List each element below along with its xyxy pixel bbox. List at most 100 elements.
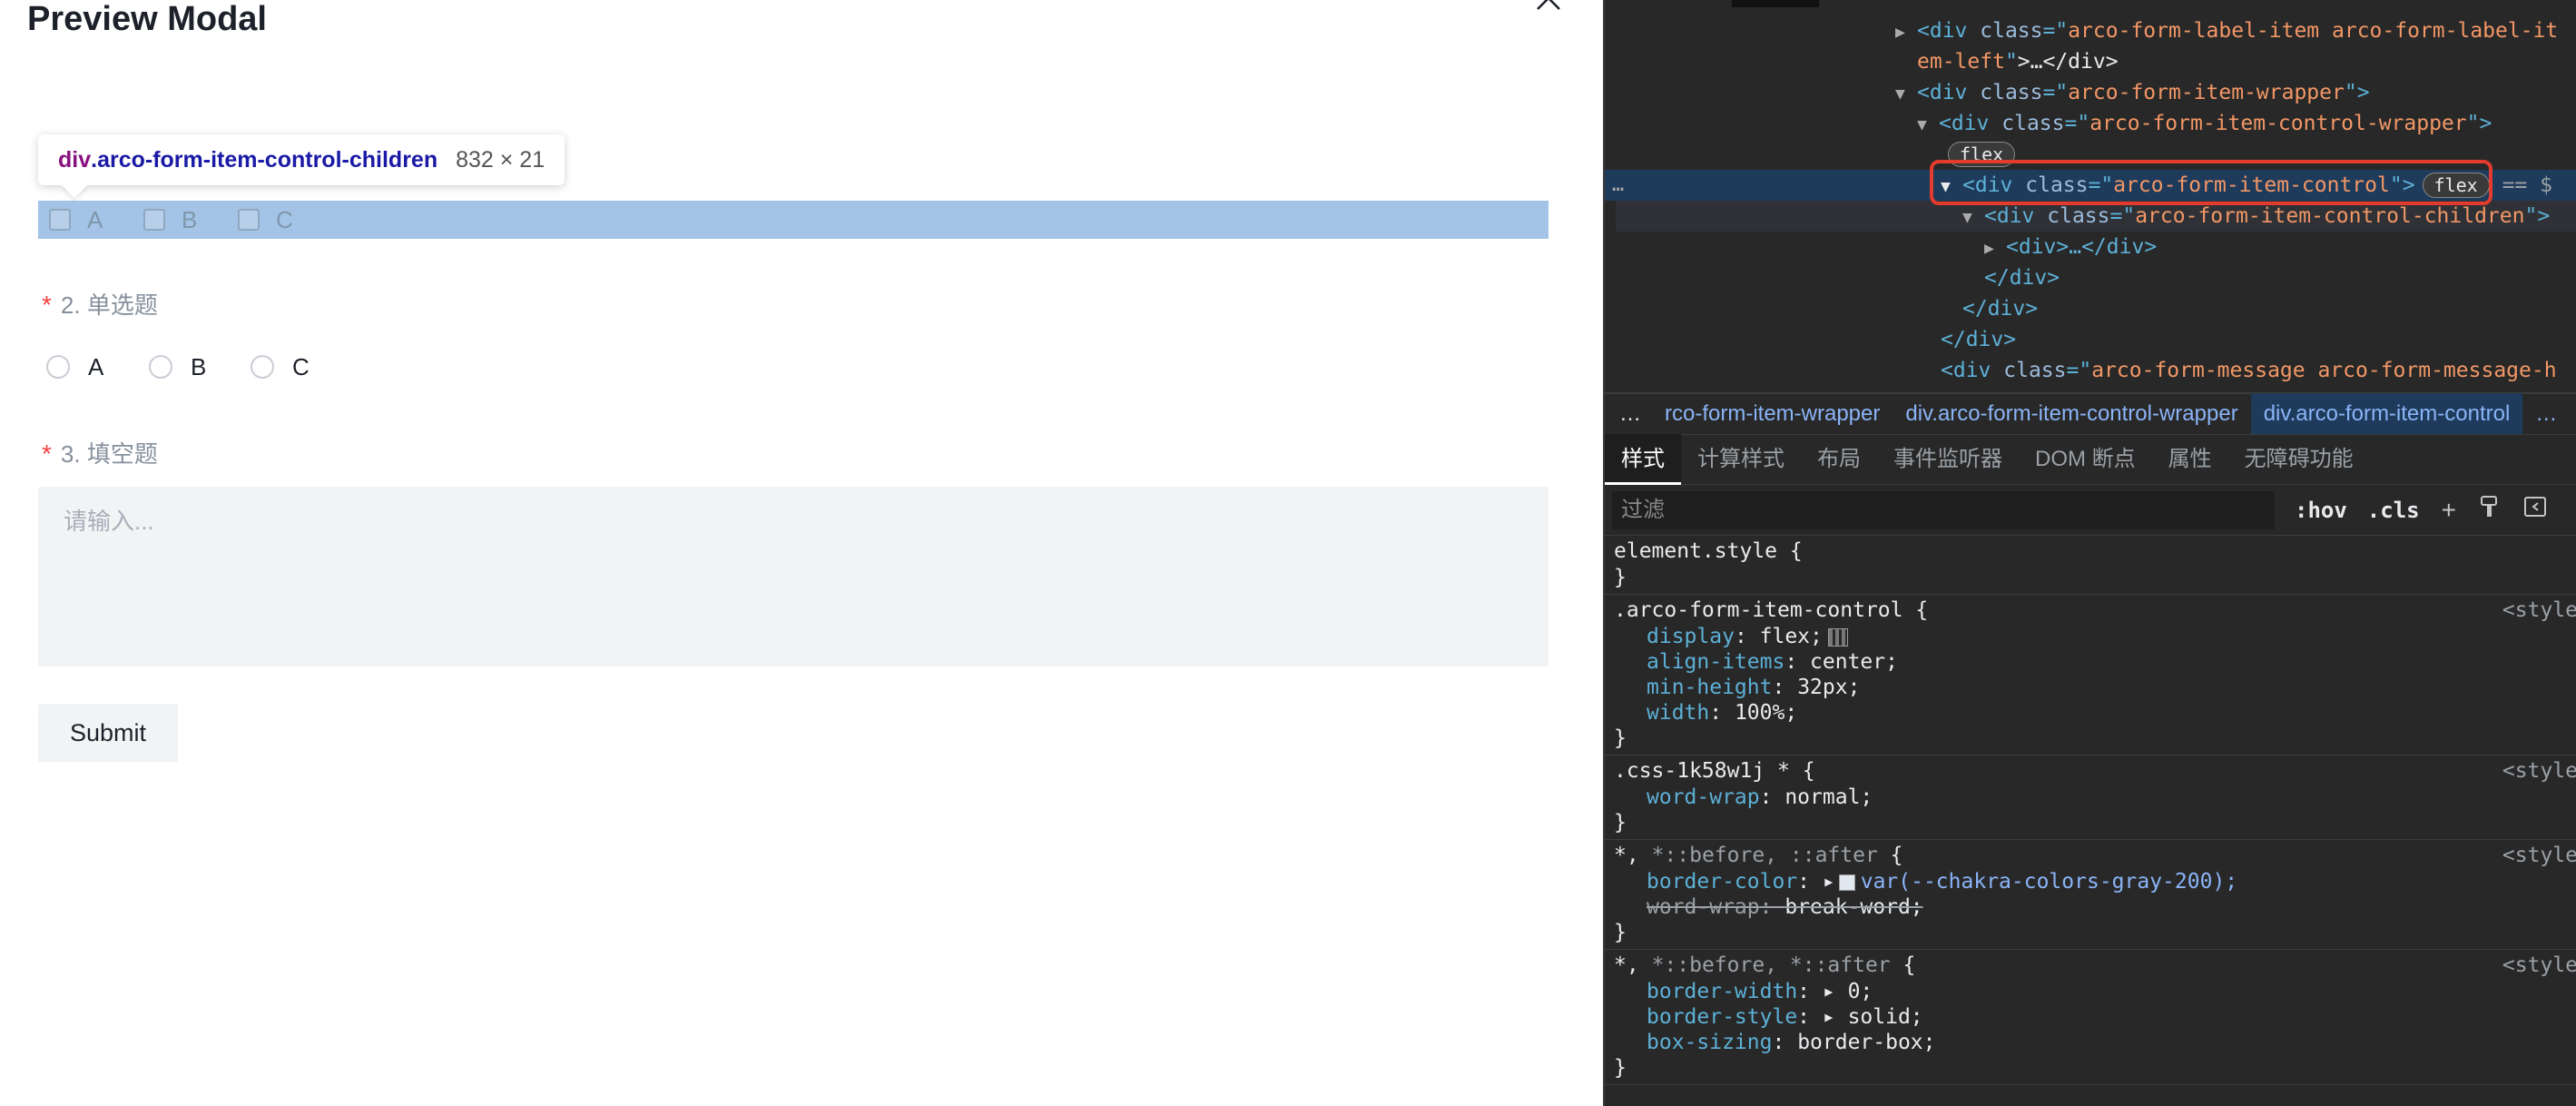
prop-name: display xyxy=(1647,625,1735,648)
checkbox-option[interactable]: A xyxy=(49,201,103,239)
collapse-triangle-icon[interactable]: ▼ xyxy=(1895,79,1917,110)
inspect-tooltip: div .arco-form-item-control-children 832 … xyxy=(38,134,565,185)
sidebar-toggle-icon[interactable] xyxy=(2523,495,2547,525)
dom-node-label-item-cont: em-left">…</div> xyxy=(1917,50,2119,74)
dom-node-label-item[interactable]: ▶ <div class="arco-form-label-item arco-f… xyxy=(1895,15,2558,46)
checkbox-label: C xyxy=(276,205,293,233)
radio-icon[interactable] xyxy=(46,355,70,379)
rule-source[interactable]: <style xyxy=(2502,952,2576,979)
checkbox-icon[interactable] xyxy=(49,209,71,231)
new-rule-icon[interactable]: + xyxy=(2442,496,2456,525)
submit-button[interactable]: Submit xyxy=(38,704,178,762)
rule-source[interactable]: <style xyxy=(2502,842,2576,869)
style-rule-universal-before-after[interactable]: <style *, *::before, ::after { border-co… xyxy=(1605,840,2576,950)
radio-option[interactable]: C xyxy=(251,351,310,382)
expand-triangle-icon[interactable]: ▶ xyxy=(1984,233,2006,264)
rule-close-brace: } xyxy=(1614,921,1627,944)
tooltip-tag: div xyxy=(58,146,92,173)
expand-triangle-icon[interactable]: ▶ xyxy=(1895,17,1917,48)
rule-source[interactable]: <style xyxy=(2502,757,2576,785)
prop-value: 32px; xyxy=(1797,676,1861,699)
style-property[interactable]: display: flex; xyxy=(1614,624,2576,649)
tooltip-class: .arco-form-item-control-children xyxy=(91,146,438,173)
rule-selector: *, xyxy=(1614,844,1639,867)
dom-console-ref: == $ xyxy=(2502,173,2552,197)
style-property[interactable]: align-items: center; xyxy=(1614,649,2576,675)
rule-selector: .css-1k58w1j * xyxy=(1614,759,1790,783)
tab-dom-breakpoints[interactable]: DOM 断点 xyxy=(2019,434,2152,485)
style-property[interactable]: border-style: ▸ solid; xyxy=(1614,1004,2576,1030)
rule-selector: *, xyxy=(1614,953,1639,977)
dom-node-control-children[interactable]: ▼ <div class="arco-form-item-control-chil… xyxy=(1962,201,2550,232)
style-property-overridden[interactable]: word-wrap: break-word; xyxy=(1614,894,2576,920)
radio-icon[interactable] xyxy=(149,355,172,379)
color-swatch-icon[interactable] xyxy=(1838,874,1855,891)
prop-value: border-box; xyxy=(1797,1031,1936,1054)
rule-open-brace: { xyxy=(1802,759,1815,783)
radio-label: A xyxy=(88,352,104,380)
cls-toggle[interactable]: .cls xyxy=(2367,498,2420,523)
rule-close-brace: } xyxy=(1614,726,1627,750)
style-property[interactable]: min-height: 32px; xyxy=(1614,675,2576,700)
question-3-text: 3. 填空题 xyxy=(60,440,158,468)
breadcrumb-more[interactable]: … xyxy=(1605,401,1652,427)
checkbox-icon[interactable] xyxy=(238,209,260,231)
style-rule-universal-box[interactable]: <style *, *::before, *::after { border-w… xyxy=(1605,950,2576,1085)
style-property[interactable]: border-width: ▸ 0; xyxy=(1614,979,2576,1004)
prop-name: box-sizing xyxy=(1647,1031,1773,1054)
style-property[interactable]: width: 100%; xyxy=(1614,700,2576,726)
flex-editor-icon[interactable] xyxy=(1827,627,1848,647)
close-icon[interactable] xyxy=(1532,0,1563,18)
tab-accessibility[interactable]: 无障碍功能 xyxy=(2228,434,2370,485)
rule-open-brace: { xyxy=(1915,598,1929,622)
prop-name: word-wrap xyxy=(1647,895,1760,919)
dom-node-control-wrapper[interactable]: ▼ <div class="arco-form-item-control-wrap… xyxy=(1917,108,2492,139)
tab-styles[interactable]: 样式 xyxy=(1605,434,1681,485)
radio-option[interactable]: B xyxy=(149,351,206,382)
checkbox-option[interactable]: B xyxy=(143,201,197,239)
question-2-label: * 2. 单选题 xyxy=(42,287,158,321)
rule-close-brace: } xyxy=(1614,1056,1627,1080)
dom-breadcrumb: … rco-form-item-wrapper div.arco-form-it… xyxy=(1605,392,2576,435)
rule-selector: .arco-form-item-control xyxy=(1614,598,1903,622)
breadcrumb-item[interactable]: rco-form-item-wrapper xyxy=(1652,401,1893,427)
checkbox-option[interactable]: C xyxy=(238,201,293,239)
checkbox-group-highlight: A B C xyxy=(38,201,1549,239)
dom-close-tag: </div> xyxy=(1984,262,2060,293)
tab-computed[interactable]: 计算样式 xyxy=(1681,434,1801,485)
collapse-triangle-icon[interactable]: ▼ xyxy=(1962,202,1984,233)
prop-name: align-items xyxy=(1647,650,1785,674)
radio-label: C xyxy=(292,352,310,380)
paint-brush-icon[interactable] xyxy=(2478,495,2502,525)
rule-selector-pseudo: *::before, *::after xyxy=(1651,953,1891,977)
tab-properties[interactable]: 属性 xyxy=(2152,434,2228,485)
dom-node-wrapper[interactable]: ▼ <div class="arco-form-item-wrapper"> xyxy=(1895,77,2370,108)
breadcrumb-item[interactable]: div.arco-form-item-control-wrapper xyxy=(1893,401,2250,427)
style-property[interactable]: word-wrap: normal; xyxy=(1614,785,2576,810)
style-property[interactable]: border-color: ▸ var(--chakra-colors-gray-… xyxy=(1614,869,2576,894)
filter-input[interactable]: 过滤 xyxy=(1612,490,2275,529)
checkbox-icon[interactable] xyxy=(143,209,165,231)
dom-close-tag: </div> xyxy=(1941,324,2016,355)
dom-closing: >…</div> xyxy=(2017,50,2119,74)
hov-toggle[interactable]: :hov xyxy=(2295,498,2347,523)
node-gutter-dots[interactable]: … xyxy=(1612,170,1624,201)
breadcrumb-item-selected[interactable]: div.arco-form-item-control xyxy=(2250,393,2523,435)
style-rule-element[interactable]: element.style { } xyxy=(1605,536,2576,595)
radio-option[interactable]: A xyxy=(46,351,103,382)
style-rule-form-item-control[interactable]: <style .arco-form-item-control { display… xyxy=(1605,595,2576,755)
preview-modal: Preview Modal A B C div .arco-form-item-c… xyxy=(0,0,1603,1106)
styles-filterbar: 过滤 :hov .cls + xyxy=(1605,485,2576,536)
style-property[interactable]: box-sizing: border-box; xyxy=(1614,1030,2576,1055)
breadcrumb-item[interactable]: … xyxy=(2522,401,2570,427)
rule-source[interactable]: <style xyxy=(2502,597,2576,624)
dom-class: em-left xyxy=(1917,50,2005,74)
answer-textarea[interactable]: 请输入... xyxy=(38,487,1549,667)
dom-node-inner-div[interactable]: ▶ <div>…</div> xyxy=(1984,232,2157,262)
tab-layout[interactable]: 布局 xyxy=(1801,434,1877,485)
collapse-triangle-icon[interactable]: ▼ xyxy=(1917,110,1939,141)
tab-event-listeners[interactable]: 事件监听器 xyxy=(1877,434,2019,485)
radio-icon[interactable] xyxy=(251,355,274,379)
dom-node-message[interactable]: <div class="arco-form-message arco-form-… xyxy=(1941,355,2557,386)
style-rule-css-class[interactable]: <style .css-1k58w1j * { word-wrap: norma… xyxy=(1605,755,2576,840)
